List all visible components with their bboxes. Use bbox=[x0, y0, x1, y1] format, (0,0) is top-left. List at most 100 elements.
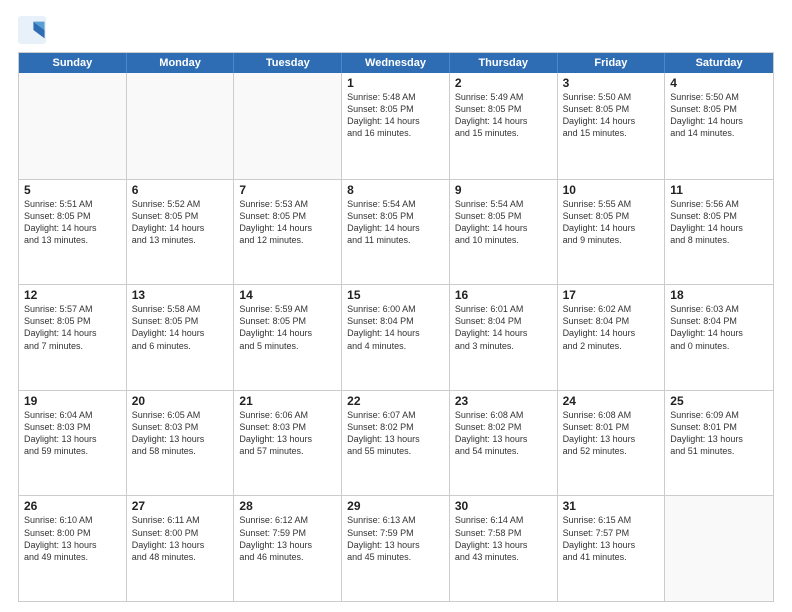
cell-day-number: 2 bbox=[455, 76, 552, 90]
cell-info: Sunrise: 5:58 AM Sunset: 8:05 PM Dayligh… bbox=[132, 303, 229, 352]
cell-info: Sunrise: 6:04 AM Sunset: 8:03 PM Dayligh… bbox=[24, 409, 121, 458]
cal-cell: 13Sunrise: 5:58 AM Sunset: 8:05 PM Dayli… bbox=[127, 285, 235, 390]
cal-cell: 3Sunrise: 5:50 AM Sunset: 8:05 PM Daylig… bbox=[558, 73, 666, 179]
cell-day-number: 19 bbox=[24, 394, 121, 408]
page: SundayMondayTuesdayWednesdayThursdayFrid… bbox=[0, 0, 792, 612]
header-cell-friday: Friday bbox=[558, 53, 666, 73]
cell-info: Sunrise: 5:49 AM Sunset: 8:05 PM Dayligh… bbox=[455, 91, 552, 140]
cell-info: Sunrise: 5:54 AM Sunset: 8:05 PM Dayligh… bbox=[455, 198, 552, 247]
calendar-header-row: SundayMondayTuesdayWednesdayThursdayFrid… bbox=[19, 53, 773, 73]
header-cell-wednesday: Wednesday bbox=[342, 53, 450, 73]
cell-info: Sunrise: 6:06 AM Sunset: 8:03 PM Dayligh… bbox=[239, 409, 336, 458]
cal-cell: 22Sunrise: 6:07 AM Sunset: 8:02 PM Dayli… bbox=[342, 391, 450, 496]
cell-info: Sunrise: 6:05 AM Sunset: 8:03 PM Dayligh… bbox=[132, 409, 229, 458]
week-row-1: 1Sunrise: 5:48 AM Sunset: 8:05 PM Daylig… bbox=[19, 73, 773, 179]
cal-cell: 21Sunrise: 6:06 AM Sunset: 8:03 PM Dayli… bbox=[234, 391, 342, 496]
cell-day-number: 7 bbox=[239, 183, 336, 197]
week-row-2: 5Sunrise: 5:51 AM Sunset: 8:05 PM Daylig… bbox=[19, 179, 773, 285]
cell-info: Sunrise: 5:56 AM Sunset: 8:05 PM Dayligh… bbox=[670, 198, 768, 247]
calendar-body: 1Sunrise: 5:48 AM Sunset: 8:05 PM Daylig… bbox=[19, 73, 773, 601]
logo bbox=[18, 16, 50, 44]
cal-cell: 8Sunrise: 5:54 AM Sunset: 8:05 PM Daylig… bbox=[342, 180, 450, 285]
week-row-5: 26Sunrise: 6:10 AM Sunset: 8:00 PM Dayli… bbox=[19, 495, 773, 601]
cell-info: Sunrise: 5:50 AM Sunset: 8:05 PM Dayligh… bbox=[670, 91, 768, 140]
cell-day-number: 20 bbox=[132, 394, 229, 408]
cell-info: Sunrise: 6:00 AM Sunset: 8:04 PM Dayligh… bbox=[347, 303, 444, 352]
cell-day-number: 6 bbox=[132, 183, 229, 197]
cal-cell bbox=[234, 73, 342, 179]
cal-cell bbox=[127, 73, 235, 179]
cal-cell: 5Sunrise: 5:51 AM Sunset: 8:05 PM Daylig… bbox=[19, 180, 127, 285]
cell-info: Sunrise: 6:10 AM Sunset: 8:00 PM Dayligh… bbox=[24, 514, 121, 563]
cal-cell: 27Sunrise: 6:11 AM Sunset: 8:00 PM Dayli… bbox=[127, 496, 235, 601]
cal-cell: 1Sunrise: 5:48 AM Sunset: 8:05 PM Daylig… bbox=[342, 73, 450, 179]
cal-cell: 26Sunrise: 6:10 AM Sunset: 8:00 PM Dayli… bbox=[19, 496, 127, 601]
cell-day-number: 1 bbox=[347, 76, 444, 90]
cell-day-number: 3 bbox=[563, 76, 660, 90]
cell-day-number: 18 bbox=[670, 288, 768, 302]
cell-day-number: 31 bbox=[563, 499, 660, 513]
cal-cell: 25Sunrise: 6:09 AM Sunset: 8:01 PM Dayli… bbox=[665, 391, 773, 496]
cal-cell: 17Sunrise: 6:02 AM Sunset: 8:04 PM Dayli… bbox=[558, 285, 666, 390]
cal-cell: 20Sunrise: 6:05 AM Sunset: 8:03 PM Dayli… bbox=[127, 391, 235, 496]
cell-info: Sunrise: 5:59 AM Sunset: 8:05 PM Dayligh… bbox=[239, 303, 336, 352]
cal-cell: 14Sunrise: 5:59 AM Sunset: 8:05 PM Dayli… bbox=[234, 285, 342, 390]
cell-day-number: 10 bbox=[563, 183, 660, 197]
header-cell-tuesday: Tuesday bbox=[234, 53, 342, 73]
cell-day-number: 13 bbox=[132, 288, 229, 302]
logo-icon bbox=[18, 16, 46, 44]
cell-info: Sunrise: 6:11 AM Sunset: 8:00 PM Dayligh… bbox=[132, 514, 229, 563]
cal-cell: 28Sunrise: 6:12 AM Sunset: 7:59 PM Dayli… bbox=[234, 496, 342, 601]
cal-cell: 18Sunrise: 6:03 AM Sunset: 8:04 PM Dayli… bbox=[665, 285, 773, 390]
cell-day-number: 9 bbox=[455, 183, 552, 197]
cal-cell: 16Sunrise: 6:01 AM Sunset: 8:04 PM Dayli… bbox=[450, 285, 558, 390]
cell-day-number: 26 bbox=[24, 499, 121, 513]
cal-cell: 12Sunrise: 5:57 AM Sunset: 8:05 PM Dayli… bbox=[19, 285, 127, 390]
week-row-3: 12Sunrise: 5:57 AM Sunset: 8:05 PM Dayli… bbox=[19, 284, 773, 390]
cell-info: Sunrise: 6:07 AM Sunset: 8:02 PM Dayligh… bbox=[347, 409, 444, 458]
cell-info: Sunrise: 6:01 AM Sunset: 8:04 PM Dayligh… bbox=[455, 303, 552, 352]
cell-day-number: 8 bbox=[347, 183, 444, 197]
cell-info: Sunrise: 6:08 AM Sunset: 8:02 PM Dayligh… bbox=[455, 409, 552, 458]
cell-info: Sunrise: 5:51 AM Sunset: 8:05 PM Dayligh… bbox=[24, 198, 121, 247]
cell-day-number: 11 bbox=[670, 183, 768, 197]
cal-cell: 7Sunrise: 5:53 AM Sunset: 8:05 PM Daylig… bbox=[234, 180, 342, 285]
header-cell-monday: Monday bbox=[127, 53, 235, 73]
cell-day-number: 22 bbox=[347, 394, 444, 408]
cal-cell: 19Sunrise: 6:04 AM Sunset: 8:03 PM Dayli… bbox=[19, 391, 127, 496]
cell-day-number: 30 bbox=[455, 499, 552, 513]
cell-day-number: 27 bbox=[132, 499, 229, 513]
header-cell-thursday: Thursday bbox=[450, 53, 558, 73]
cell-day-number: 4 bbox=[670, 76, 768, 90]
cal-cell: 15Sunrise: 6:00 AM Sunset: 8:04 PM Dayli… bbox=[342, 285, 450, 390]
cell-day-number: 16 bbox=[455, 288, 552, 302]
cal-cell: 6Sunrise: 5:52 AM Sunset: 8:05 PM Daylig… bbox=[127, 180, 235, 285]
cell-day-number: 24 bbox=[563, 394, 660, 408]
cell-info: Sunrise: 5:54 AM Sunset: 8:05 PM Dayligh… bbox=[347, 198, 444, 247]
cell-info: Sunrise: 6:12 AM Sunset: 7:59 PM Dayligh… bbox=[239, 514, 336, 563]
cell-day-number: 12 bbox=[24, 288, 121, 302]
cell-day-number: 21 bbox=[239, 394, 336, 408]
cell-info: Sunrise: 6:08 AM Sunset: 8:01 PM Dayligh… bbox=[563, 409, 660, 458]
cal-cell: 11Sunrise: 5:56 AM Sunset: 8:05 PM Dayli… bbox=[665, 180, 773, 285]
cell-info: Sunrise: 6:14 AM Sunset: 7:58 PM Dayligh… bbox=[455, 514, 552, 563]
cal-cell: 29Sunrise: 6:13 AM Sunset: 7:59 PM Dayli… bbox=[342, 496, 450, 601]
cal-cell: 10Sunrise: 5:55 AM Sunset: 8:05 PM Dayli… bbox=[558, 180, 666, 285]
cal-cell bbox=[665, 496, 773, 601]
cell-day-number: 29 bbox=[347, 499, 444, 513]
cal-cell bbox=[19, 73, 127, 179]
header-cell-sunday: Sunday bbox=[19, 53, 127, 73]
cell-info: Sunrise: 6:02 AM Sunset: 8:04 PM Dayligh… bbox=[563, 303, 660, 352]
cell-info: Sunrise: 6:13 AM Sunset: 7:59 PM Dayligh… bbox=[347, 514, 444, 563]
cell-info: Sunrise: 5:48 AM Sunset: 8:05 PM Dayligh… bbox=[347, 91, 444, 140]
cell-info: Sunrise: 6:15 AM Sunset: 7:57 PM Dayligh… bbox=[563, 514, 660, 563]
cell-info: Sunrise: 5:57 AM Sunset: 8:05 PM Dayligh… bbox=[24, 303, 121, 352]
cal-cell: 30Sunrise: 6:14 AM Sunset: 7:58 PM Dayli… bbox=[450, 496, 558, 601]
cal-cell: 31Sunrise: 6:15 AM Sunset: 7:57 PM Dayli… bbox=[558, 496, 666, 601]
cal-cell: 23Sunrise: 6:08 AM Sunset: 8:02 PM Dayli… bbox=[450, 391, 558, 496]
cal-cell: 9Sunrise: 5:54 AM Sunset: 8:05 PM Daylig… bbox=[450, 180, 558, 285]
header-cell-saturday: Saturday bbox=[665, 53, 773, 73]
header bbox=[18, 16, 774, 44]
cell-day-number: 15 bbox=[347, 288, 444, 302]
cell-day-number: 17 bbox=[563, 288, 660, 302]
